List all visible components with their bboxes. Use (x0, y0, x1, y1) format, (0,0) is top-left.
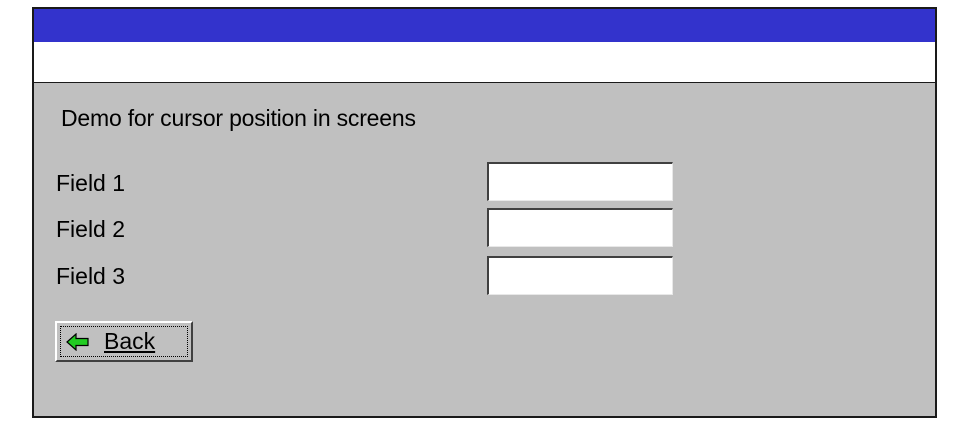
screen-heading: Demo for cursor position in screens (61, 105, 416, 131)
back-button[interactable]: Back (55, 321, 193, 362)
back-button-label: Back (104, 328, 156, 354)
field-1-label: Field 1 (56, 170, 126, 196)
field-2-input[interactable] (487, 208, 673, 247)
app-window: Demo for cursor position in screens Fiel… (32, 7, 937, 418)
screen-content: Demo for cursor position in screens Fiel… (34, 83, 935, 416)
field-3-label: Field 3 (56, 263, 126, 289)
field-1-input[interactable] (487, 162, 673, 201)
back-button-focus: Back (60, 326, 188, 357)
menu-bar (34, 42, 935, 83)
field-2-label: Field 2 (56, 216, 126, 242)
title-bar[interactable] (34, 9, 935, 42)
arrow-left-icon (66, 332, 89, 351)
field-3-input[interactable] (487, 256, 673, 295)
